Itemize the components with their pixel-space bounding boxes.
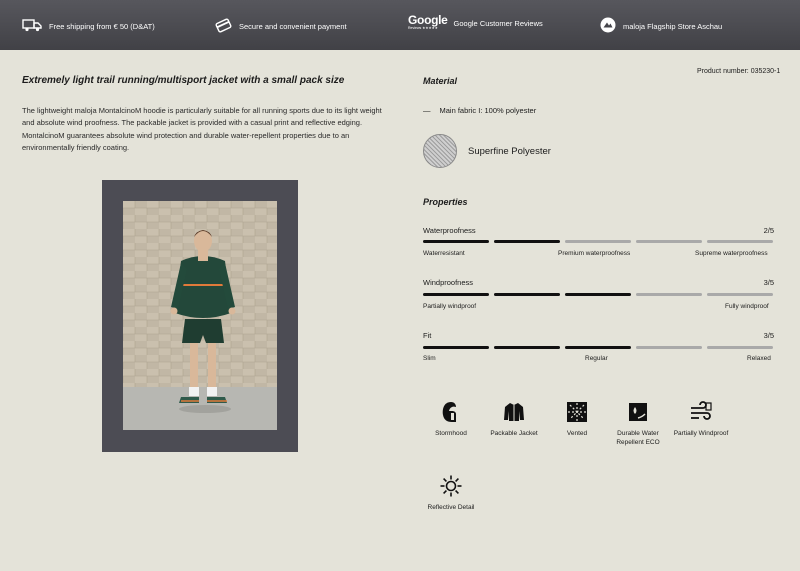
windproofness-label: Windproofness bbox=[423, 278, 474, 287]
waterproofness-scale-min: Waterresistant bbox=[423, 250, 465, 257]
feature-durable-water-repellent-label: Durable Water Repellent ECO bbox=[616, 430, 660, 446]
delivery-truck-icon bbox=[22, 18, 42, 34]
windproofness-value: 3/5 bbox=[763, 278, 774, 287]
reflective-detail-icon bbox=[440, 475, 462, 497]
feature-vented-label: Vented bbox=[566, 430, 588, 437]
google-reviews-text: Google Customer Reviews bbox=[453, 18, 543, 28]
fabric-text: Main fabric I: 100% polyester bbox=[439, 106, 537, 115]
feature-reflective-detail[interactable]: Reflective Detail bbox=[418, 474, 484, 513]
fabric-swatch bbox=[423, 134, 457, 168]
model-photo-illustration bbox=[123, 201, 277, 430]
maloja-logo-icon bbox=[600, 17, 616, 35]
rating-segment bbox=[423, 346, 489, 349]
waterproofness-value: 2/5 bbox=[763, 226, 774, 235]
fabric-swatch-label: Superfine Polyester bbox=[468, 146, 551, 157]
feature-packable-jacket[interactable]: Packable Jacket bbox=[481, 400, 547, 439]
feature-durable-water-repellent[interactable]: Durable Water Repellent ECO bbox=[605, 400, 671, 447]
windproofness-scale-max: Fully windproof bbox=[725, 303, 769, 310]
credit-card-icon bbox=[215, 18, 232, 35]
product-number: Product number: 035230-1 bbox=[697, 68, 781, 75]
durable-water-repellent-icon bbox=[629, 403, 647, 421]
google-reviews-info[interactable]: Google Reviews ★★★★★ Google Customer Rev… bbox=[408, 13, 543, 31]
product-image-frame bbox=[102, 180, 298, 452]
free-shipping-text: Free shipping from € 50 (D&AT) bbox=[49, 21, 155, 31]
feature-vented[interactable]: Vented bbox=[544, 400, 610, 439]
waterproofness-label: Waterproofness bbox=[423, 226, 476, 235]
rating-segment bbox=[636, 346, 702, 349]
secure-payment-text: Secure and convenient payment bbox=[239, 22, 347, 31]
rating-segment bbox=[707, 346, 773, 349]
rating-segment bbox=[707, 240, 773, 243]
waterproofness-scale-max: Supreme waterproofness bbox=[695, 250, 768, 257]
product-headline: Extremely light trail running/multisport… bbox=[22, 75, 345, 86]
rating-segment bbox=[565, 240, 631, 243]
rating-segment bbox=[494, 293, 560, 296]
flagship-store-text: maloja Flagship Store Aschau bbox=[623, 21, 723, 31]
rating-segment bbox=[636, 240, 702, 243]
feature-packable-jacket-label: Packable Jacket bbox=[490, 430, 538, 437]
fit-scale-min: Slim bbox=[423, 355, 436, 362]
flagship-store-info[interactable]: maloja Flagship Store Aschau bbox=[600, 17, 722, 35]
free-shipping-info[interactable]: Free shipping from € 50 (D&AT) bbox=[22, 18, 155, 34]
fit-scale-mid: Regular bbox=[585, 355, 608, 362]
material-title: Material bbox=[423, 76, 458, 86]
feature-partially-windproof-label: Partially Windproof bbox=[673, 430, 729, 437]
rating-segment bbox=[423, 293, 489, 296]
waterproofness-scale-mid: Premium waterproofness bbox=[558, 250, 631, 257]
secure-payment-info[interactable]: Secure and convenient payment bbox=[215, 18, 347, 35]
fabric-composition: — Main fabric I: 100% polyester bbox=[423, 106, 536, 115]
partially-windproof-icon bbox=[691, 401, 712, 420]
feature-reflective-detail-label: Reflective Detail bbox=[427, 504, 475, 511]
rating-segment bbox=[707, 293, 773, 296]
google-logo-subtext: Reviews ★★★★★ bbox=[408, 26, 438, 30]
stormhood-icon bbox=[442, 402, 456, 422]
google-logo-text: Google bbox=[408, 13, 448, 27]
packable-jacket-icon bbox=[504, 403, 524, 421]
feature-stormhood-label: Stormhood bbox=[435, 430, 467, 437]
top-info-bar: Free shipping from € 50 (D&AT) Secure an… bbox=[0, 0, 800, 50]
rating-segment bbox=[565, 293, 631, 296]
feature-stormhood[interactable]: Stormhood bbox=[418, 400, 484, 439]
fit-scale-max: Relaxed bbox=[747, 355, 771, 362]
fit-label: Fit bbox=[423, 331, 432, 340]
google-logo-icon: Google Reviews ★★★★★ bbox=[408, 13, 448, 31]
rating-segment bbox=[565, 346, 631, 349]
rating-segment bbox=[494, 346, 560, 349]
fabric-dash: — bbox=[423, 106, 431, 115]
properties-title: Properties bbox=[423, 197, 468, 207]
feature-partially-windproof[interactable]: Partially Windproof bbox=[668, 400, 734, 439]
windproofness-scale-min: Partially windproof bbox=[423, 303, 477, 310]
vented-icon bbox=[567, 402, 587, 422]
fit-value: 3/5 bbox=[763, 331, 774, 340]
rating-segment bbox=[423, 240, 489, 243]
product-photo[interactable] bbox=[123, 201, 277, 430]
rating-segment bbox=[636, 293, 702, 296]
rating-segment bbox=[494, 240, 560, 243]
product-description: The lightweight maloja MontalcinoM hoodi… bbox=[22, 106, 382, 152]
